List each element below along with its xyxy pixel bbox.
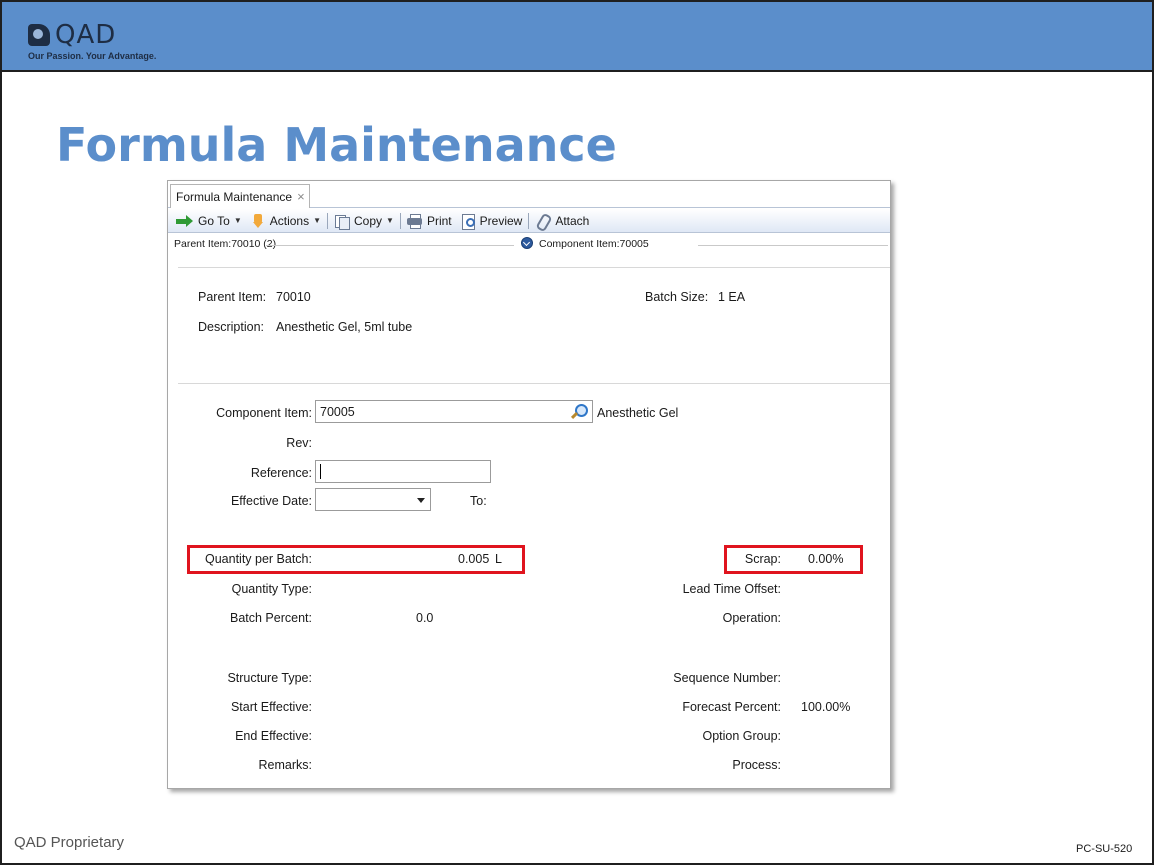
parent-item-label: Parent Item: (198, 290, 267, 304)
scrap-value: 0.00% (808, 552, 844, 566)
batch-percent-label: Batch Percent: (230, 611, 312, 625)
divider (178, 383, 890, 384)
toolbar-separator (399, 212, 401, 229)
text-cursor (320, 464, 321, 479)
forecast-percent-label: Forecast Percent: (682, 700, 781, 714)
close-icon[interactable]: × (297, 190, 305, 203)
batch-size-label: Batch Size: (645, 290, 709, 304)
copy-icon (334, 214, 351, 230)
section-component-item: Component Item:70005 (539, 238, 649, 250)
toolbar: Go To ▼ Actions ▼ Copy ▼ Print Preview A… (168, 209, 890, 233)
divider (266, 245, 514, 246)
preview-label: Preview (479, 213, 523, 228)
preview-icon (460, 213, 476, 230)
attach-button[interactable]: Attach (531, 210, 593, 232)
copy-dropdown-icon: ▼ (386, 216, 394, 225)
qty-per-batch-uom: L (495, 552, 502, 566)
start-effective-label: Start Effective: (230, 700, 312, 714)
section-parent-item: Parent Item:70010 (2) (174, 238, 277, 250)
chevron-down-icon (417, 498, 425, 503)
description-label: Description: (198, 320, 264, 334)
formula-maintenance-window: Formula Maintenance × Go To ▼ Actions ▼ … (167, 180, 891, 789)
paperclip-icon (535, 214, 551, 228)
actions-dropdown-icon: ▼ (313, 216, 322, 225)
print-button[interactable]: Print (403, 210, 456, 232)
batch-size-value: 1 EA (718, 290, 746, 304)
effective-date-label: Effective Date: (230, 494, 312, 508)
tab-formula-maintenance[interactable]: Formula Maintenance × (170, 184, 310, 208)
logo-tagline: Our Passion. Your Advantage. (28, 51, 157, 61)
goto-dropdown-icon: ▼ (233, 216, 242, 225)
qty-type-label: Quantity Type: (231, 582, 312, 596)
batch-percent-value: 0.0 (416, 611, 434, 625)
scrap-label: Scrap: (744, 552, 781, 566)
reference-label: Reference: (250, 466, 312, 480)
qty-per-batch-value: 0.005 (458, 552, 490, 566)
component-item-value: 70005 (320, 404, 355, 419)
operation-label: Operation: (722, 611, 781, 625)
copy-label: Copy (354, 213, 383, 228)
parent-item-value: 70010 (276, 290, 311, 304)
slide-header-bar: QAD Our Passion. Your Advantage. (2, 2, 1152, 72)
footer-slide-code: PC-SU-520 (1076, 843, 1133, 855)
footer-proprietary: QAD Proprietary (14, 834, 125, 851)
toolbar-separator (327, 212, 329, 229)
component-item-input[interactable]: 70005 (315, 400, 593, 423)
qad-logo-mark-icon (28, 24, 50, 46)
goto-button[interactable]: Go To ▼ (172, 210, 246, 232)
lead-time-offset-label: Lead Time Offset: (682, 582, 781, 596)
description-value: Anesthetic Gel, 5ml tube (276, 320, 413, 334)
toolbar-separator (528, 212, 530, 229)
qty-per-batch-label: Quantity per Batch: (204, 552, 312, 566)
remarks-label: Remarks: (258, 758, 312, 772)
forecast-percent-value: 100.00% (801, 700, 851, 714)
actions-icon (250, 213, 266, 228)
divider (698, 245, 888, 246)
expand-chevron-icon[interactable] (521, 237, 533, 249)
tab-strip: Formula Maintenance × (168, 181, 890, 208)
effective-date-dropdown[interactable] (315, 488, 431, 511)
printer-icon (406, 213, 423, 229)
search-icon[interactable] (570, 403, 588, 421)
sequence-number-label: Sequence Number: (673, 671, 781, 685)
actions-button[interactable]: Actions ▼ (246, 210, 325, 232)
reference-input[interactable] (315, 460, 491, 483)
rev-label: Rev: (286, 436, 312, 450)
structure-type-label: Structure Type: (227, 671, 312, 685)
slide-title: Formula Maintenance (56, 118, 617, 172)
section-header: Parent Item:70010 (2) Component Item:700… (168, 235, 890, 253)
actions-label: Actions (269, 213, 310, 228)
end-effective-label: End Effective: (235, 729, 312, 743)
goto-label: Go To (198, 213, 230, 228)
component-description: Anesthetic Gel (597, 406, 679, 420)
divider (178, 267, 890, 268)
print-label: Print (426, 213, 452, 228)
component-item-label: Component Item: (216, 406, 312, 420)
copy-button[interactable]: Copy ▼ (330, 210, 398, 232)
tab-label: Formula Maintenance (176, 189, 293, 204)
attach-label: Attach (555, 213, 590, 228)
goto-arrow-icon (176, 214, 194, 228)
to-label: To: (470, 494, 487, 508)
option-group-label: Option Group: (702, 729, 781, 743)
logo-text: QAD (55, 20, 117, 50)
process-label: Process: (732, 758, 781, 772)
preview-button[interactable]: Preview (456, 210, 527, 232)
qad-logo: QAD Our Passion. Your Advantage. (28, 20, 188, 68)
